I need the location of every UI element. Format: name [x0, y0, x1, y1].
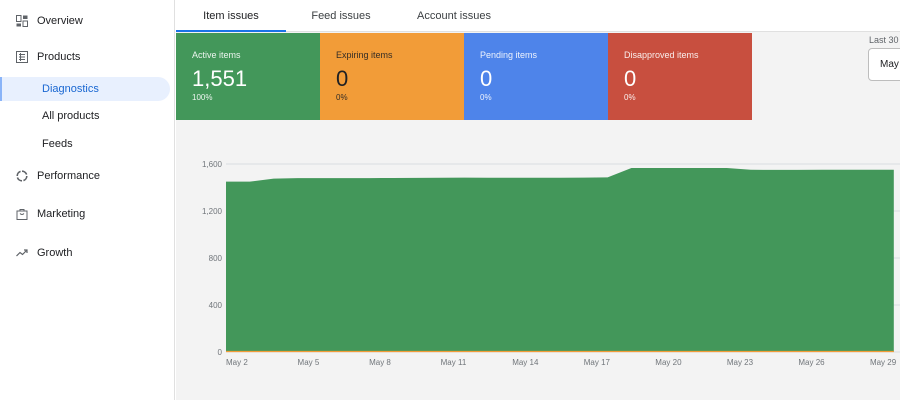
sidebar-item-marketing[interactable]: Marketing	[0, 202, 170, 226]
card-value: 0	[480, 66, 493, 91]
sidebar-item-label: Overview	[37, 15, 83, 27]
sidebar-item-overview[interactable]: Overview	[0, 9, 170, 33]
sidebar: Overview Products Diagnostics All produc…	[0, 0, 175, 400]
dashboard-icon	[15, 14, 29, 28]
sidebar-item-label: All products	[42, 110, 100, 122]
card-value: 0	[336, 66, 349, 91]
tab-account-issues[interactable]: Account issues	[396, 0, 512, 32]
active-items-area	[226, 167, 894, 352]
card-expiring-items[interactable]: Expiring items 0 0%	[320, 33, 464, 120]
x-tick-label: May 8	[369, 358, 391, 367]
sidebar-item-performance[interactable]: Performance	[0, 164, 170, 188]
sidebar-item-label: Feeds	[42, 138, 73, 150]
sidebar-item-products[interactable]: Products	[0, 45, 170, 69]
card-title: Expiring items	[336, 50, 393, 60]
sidebar-item-label: Marketing	[37, 208, 86, 220]
y-tick-label: 1,200	[202, 207, 223, 216]
date-range-label: Last 30 d	[869, 35, 900, 45]
x-tick-label: May 17	[584, 358, 611, 367]
card-percent: 0%	[480, 93, 492, 102]
tab-feed-issues[interactable]: Feed issues	[286, 0, 396, 32]
list-icon	[15, 50, 29, 64]
donut-icon	[15, 169, 29, 183]
x-tick-label: May 20	[655, 358, 682, 367]
items-chart: 0 400 800 1,200 1,600 May 2 May 5 May 8 May 11 Ma…	[202, 160, 900, 367]
card-percent: 0%	[624, 93, 636, 102]
x-tick-label: May 26	[798, 358, 825, 367]
card-percent: 0%	[336, 93, 348, 102]
date-range-picker[interactable]: May	[868, 48, 900, 81]
card-title: Disapproved items	[624, 50, 699, 60]
card-percent: 100%	[192, 93, 213, 102]
tab-item-issues[interactable]: Item issues	[176, 0, 286, 32]
main-content: Item issues Feed issues Account issues A…	[176, 0, 900, 400]
x-tick-label: May 5	[298, 358, 320, 367]
card-title: Pending items	[480, 50, 538, 60]
sidebar-item-diagnostics[interactable]: Diagnostics	[0, 77, 170, 101]
card-value: 0	[624, 66, 637, 91]
bag-icon	[15, 207, 29, 221]
card-active-items[interactable]: Active items 1,551 100%	[176, 33, 320, 120]
tab-bar: Item issues Feed issues Account issues	[176, 0, 900, 32]
sidebar-item-all-products[interactable]: All products	[0, 104, 170, 128]
x-tick-label: May 14	[512, 358, 539, 367]
card-pending-items[interactable]: Pending items 0 0%	[464, 33, 608, 120]
sidebar-item-label: Growth	[37, 247, 73, 259]
sidebar-item-label: Diagnostics	[42, 83, 99, 95]
sidebar-item-label: Products	[37, 51, 81, 63]
x-tick-label: May 29	[870, 358, 897, 367]
x-tick-label: May 23	[727, 358, 754, 367]
sidebar-item-growth[interactable]: Growth	[0, 241, 170, 265]
sidebar-item-label: Performance	[37, 170, 100, 182]
y-tick-label: 800	[209, 254, 223, 263]
card-value: 1,551	[192, 66, 248, 91]
x-tick-label: May 11	[441, 358, 467, 367]
card-title: Active items	[192, 50, 241, 60]
x-tick-label: May 2	[226, 358, 248, 367]
y-tick-label: 400	[209, 301, 223, 310]
y-tick-label: 0	[218, 348, 223, 357]
sidebar-item-feeds[interactable]: Feeds	[0, 132, 170, 156]
trending-up-icon	[15, 246, 29, 260]
y-tick-label: 1,600	[202, 160, 223, 169]
card-disapproved-items[interactable]: Disapproved items 0 0%	[608, 33, 752, 120]
